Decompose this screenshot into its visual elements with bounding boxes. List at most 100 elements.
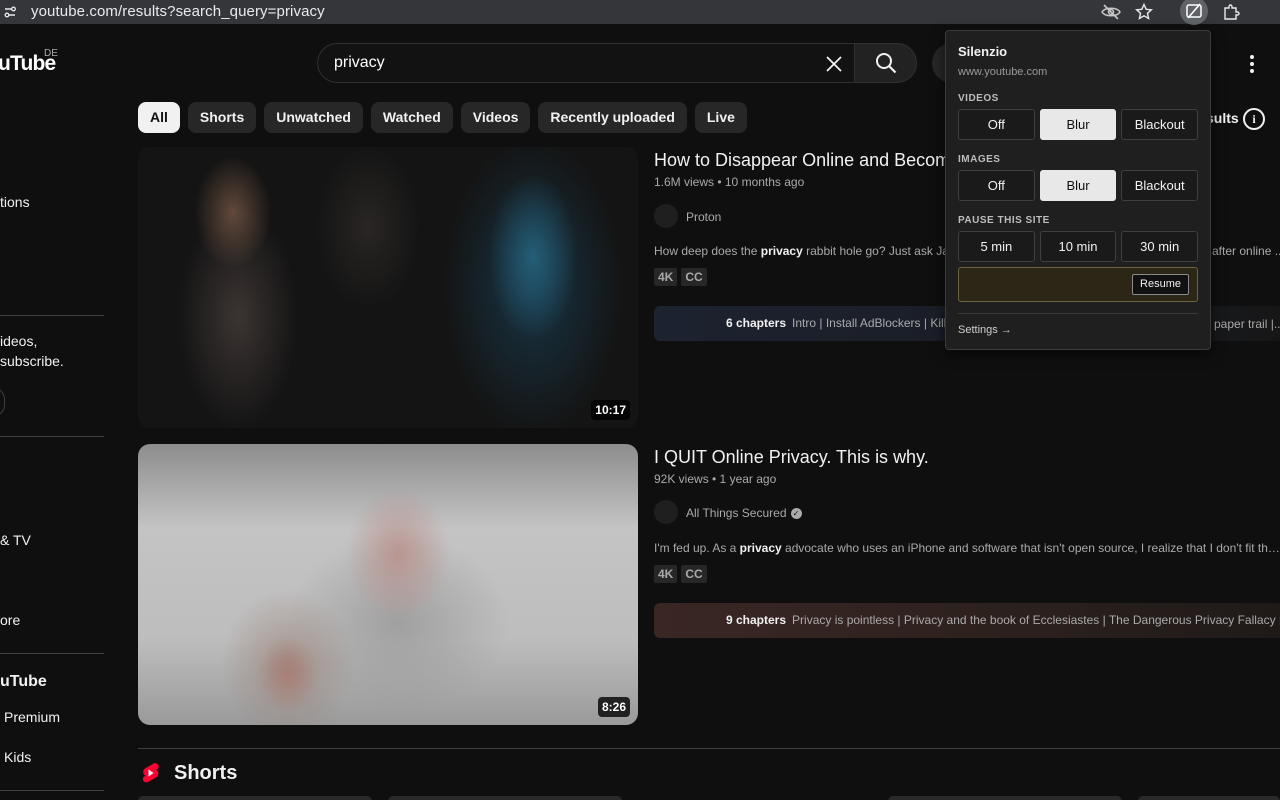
video-thumbnail[interactable]: 10:17 — [138, 147, 638, 428]
video-description-tail: after online ... — [1212, 244, 1280, 258]
images-blur-button[interactable]: Blur — [1039, 170, 1117, 201]
videos-blur-button[interactable]: Blur — [1039, 109, 1117, 140]
images-mode-selector: Off Blur Blackout — [958, 170, 1199, 201]
chip-videos[interactable]: Videos — [460, 102, 531, 133]
search-value[interactable]: privacy — [334, 54, 385, 72]
badge-cc: CC — [681, 565, 707, 583]
search-button[interactable] — [854, 43, 917, 83]
chapters-tail: paper trail |... — [1214, 317, 1280, 331]
popup-site: www.youtube.com — [958, 66, 1048, 78]
sidebar-item-kids[interactable]: Kids — [4, 749, 31, 765]
sidebar-signin-text-2: subscribe. — [0, 353, 64, 369]
extension-silenzio-icon[interactable] — [1180, 0, 1208, 25]
desc-text: rabbit hole go? Just ask Ja — [802, 244, 949, 258]
video-meta: 1.6M views • 10 months ago — [654, 175, 805, 189]
videos-label: VIDEOS — [958, 93, 999, 104]
badge-cc: CC — [681, 268, 707, 286]
duration-badge: 10:17 — [591, 400, 630, 420]
region-label: DE — [44, 48, 58, 59]
sidebar-divider — [0, 653, 104, 654]
silenzio-popup: Silenzio www.youtube.com VIDEOS Off Blur… — [945, 30, 1211, 350]
desc-text: I'm fed up. As a — [654, 541, 740, 555]
video-badges: 4K CC — [654, 565, 707, 583]
sidebar-divider — [0, 436, 104, 437]
images-label: IMAGES — [958, 154, 1001, 165]
chapters-text: Intro | Install AdBlockers | Kill — [792, 316, 947, 330]
info-icon[interactable]: i — [1243, 108, 1265, 130]
short-card[interactable] — [138, 796, 372, 800]
pause-10min-button[interactable]: 10 min — [1039, 231, 1117, 262]
video-badges: 4K CC — [654, 268, 707, 286]
video-title[interactable]: How to Disappear Online and Becom — [654, 150, 950, 171]
filter-chips: All Shorts Unwatched Watched Videos Rece… — [138, 102, 747, 133]
channel-name-text[interactable]: Proton — [686, 210, 721, 224]
video-thumbnail[interactable]: 8:26 — [138, 444, 638, 725]
search-input[interactable]: privacy — [317, 43, 854, 83]
chapters-count: 6 chapters — [726, 316, 787, 330]
desc-highlight: privacy — [760, 244, 803, 258]
sidebar-heading-more-from-youtube: uTube — [0, 673, 47, 690]
channel-name[interactable]: All Things Secured ✓ — [686, 506, 802, 520]
desc-highlight: privacy — [739, 541, 782, 555]
video-meta: 92K views • 1 year ago — [654, 472, 777, 486]
videos-blackout-button[interactable]: Blackout — [1121, 109, 1199, 140]
sidebar-item-movies-tv[interactable]: & TV — [0, 532, 31, 548]
videos-off-button[interactable]: Off — [958, 109, 1035, 140]
desc-text: advocate who uses an iPhone and software… — [781, 541, 1280, 555]
popup-title: Silenzio — [958, 44, 1008, 59]
site-info-icon[interactable] — [0, 2, 20, 22]
channel-name-text[interactable]: All Things Secured — [686, 506, 787, 520]
sidebar-signin-button[interactable] — [0, 387, 5, 417]
images-blackout-button[interactable]: Blackout — [1121, 170, 1199, 201]
sidebar-signin-text-1: ideos, — [0, 333, 38, 349]
chip-watched[interactable]: Watched — [370, 102, 453, 133]
chapters-strip[interactable]: 9 chapters Privacy is pointless | Privacy… — [654, 603, 1280, 638]
images-off-button[interactable]: Off — [958, 170, 1035, 201]
section-divider — [138, 748, 1280, 749]
chip-shorts[interactable]: Shorts — [187, 102, 257, 133]
chapters-count: 9 chapters — [726, 613, 787, 627]
sidebar-item-premium[interactable]: Premium — [4, 709, 60, 725]
avatar[interactable] — [654, 500, 678, 524]
short-card[interactable] — [388, 796, 622, 800]
more-options-button[interactable] — [1238, 50, 1266, 78]
short-card[interactable] — [888, 796, 1122, 800]
clear-search-button[interactable] — [820, 50, 848, 78]
pause-label: PAUSE THIS SITE — [958, 215, 1050, 226]
star-icon[interactable] — [1132, 1, 1156, 23]
verified-icon: ✓ — [790, 507, 802, 519]
chip-unwatched[interactable]: Unwatched — [264, 102, 363, 133]
duration-badge: 8:26 — [597, 697, 630, 717]
short-card[interactable] — [1138, 796, 1280, 800]
pause-status-box: Resume — [958, 267, 1198, 302]
search-icon — [875, 53, 896, 74]
settings-link[interactable]: Settings → — [958, 324, 1012, 336]
pause-selector: 5 min 10 min 30 min — [958, 231, 1199, 262]
sidebar-item-more[interactable]: ore — [0, 612, 20, 628]
sidebar-item-subscriptions[interactable]: tions — [0, 194, 30, 210]
desc-text: How deep does the — [654, 244, 761, 258]
eye-off-icon[interactable] — [1099, 1, 1123, 23]
badge-4k: 4K — [654, 268, 678, 286]
address-bar[interactable]: youtube.com/results?search_query=privacy — [31, 3, 325, 20]
pause-5min-button[interactable]: 5 min — [958, 231, 1035, 262]
resume-button[interactable]: Resume — [1132, 274, 1189, 295]
channel-name[interactable]: Proton — [686, 210, 721, 224]
video-description: I'm fed up. As a privacy advocate who us… — [654, 541, 1280, 555]
puzzle-icon[interactable] — [1219, 1, 1243, 23]
sidebar-divider — [0, 315, 104, 316]
browser-toolbar: youtube.com/results?search_query=privacy — [0, 0, 1280, 25]
chip-live[interactable]: Live — [694, 102, 747, 133]
chapters-text: Privacy is pointless | Privacy and the b… — [792, 613, 1280, 627]
close-icon — [826, 56, 842, 72]
shorts-section-title: Shorts — [174, 762, 238, 784]
chip-all[interactable]: All — [138, 102, 180, 133]
sidebar-divider — [0, 790, 104, 791]
avatar[interactable] — [654, 204, 678, 228]
video-title[interactable]: I QUIT Online Privacy. This is why. — [654, 447, 929, 468]
badge-4k: 4K — [654, 565, 678, 583]
popup-divider — [958, 313, 1198, 314]
more-vert-icon — [1250, 55, 1254, 73]
pause-30min-button[interactable]: 30 min — [1121, 231, 1199, 262]
chip-recently-uploaded[interactable]: Recently uploaded — [538, 102, 687, 133]
